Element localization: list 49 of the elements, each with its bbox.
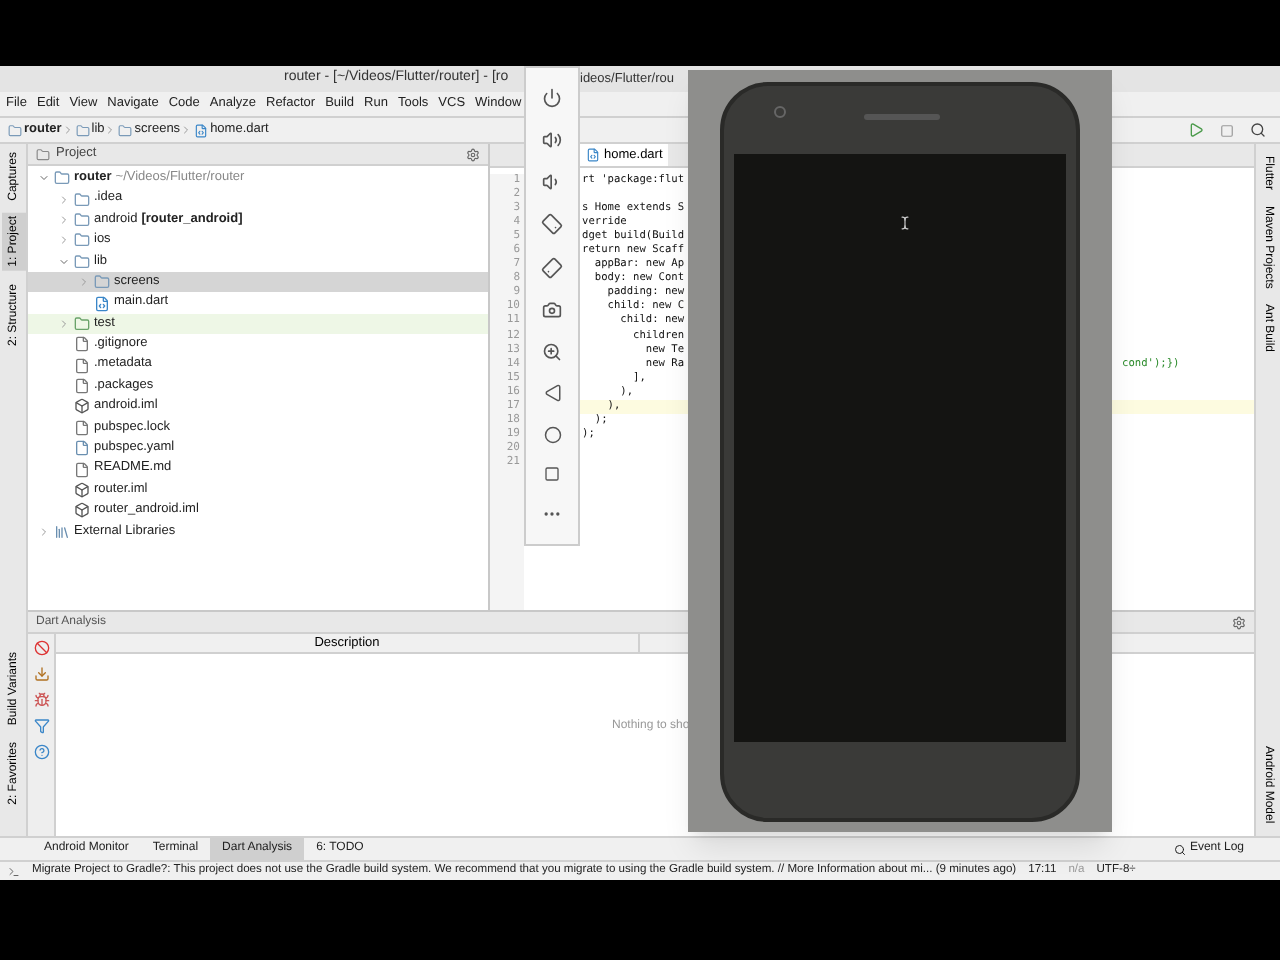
volume-down-icon[interactable] xyxy=(542,172,562,193)
folder-icon xyxy=(74,253,90,270)
volume-up-icon[interactable] xyxy=(542,129,562,150)
separator-icon xyxy=(61,124,74,136)
home-icon[interactable] xyxy=(543,425,561,444)
rotate-left-icon[interactable] xyxy=(537,210,567,239)
library-icon xyxy=(54,523,70,540)
folder-icon xyxy=(8,123,22,137)
folder-icon xyxy=(74,211,90,228)
file-icon xyxy=(74,419,90,436)
yaml-file-icon xyxy=(74,440,90,457)
dart-file-icon xyxy=(194,123,209,137)
camera-icon[interactable] xyxy=(542,299,562,320)
folder-icon xyxy=(74,315,90,332)
folder-icon xyxy=(74,232,90,249)
search-icon xyxy=(1173,843,1186,855)
separator-icon xyxy=(180,124,193,136)
clear-icon[interactable] xyxy=(33,640,49,656)
search-icon[interactable] xyxy=(1250,122,1266,138)
back-icon[interactable] xyxy=(543,384,561,403)
download-icon[interactable] xyxy=(33,666,49,682)
filter-icon[interactable] xyxy=(33,718,49,734)
file-icon xyxy=(74,357,90,374)
folder-icon xyxy=(54,170,70,187)
project-icon xyxy=(36,147,50,161)
folder-icon xyxy=(94,274,110,291)
text-cursor-icon xyxy=(898,214,912,232)
module-file-icon xyxy=(74,502,90,519)
overview-icon[interactable] xyxy=(544,466,560,483)
separator-icon xyxy=(104,124,117,136)
power-icon[interactable] xyxy=(542,87,562,108)
folder-icon xyxy=(118,123,133,137)
file-icon xyxy=(74,461,90,478)
run-icon[interactable] xyxy=(1188,122,1204,138)
dart-file-icon xyxy=(94,295,110,312)
stop-icon[interactable] xyxy=(1220,123,1234,137)
rotate-right-icon[interactable] xyxy=(537,253,567,282)
module-file-icon xyxy=(74,398,90,415)
zoom-icon[interactable] xyxy=(542,342,562,363)
help-icon[interactable] xyxy=(33,744,49,760)
settings-icon[interactable] xyxy=(1232,615,1246,629)
file-icon xyxy=(74,378,90,395)
dart-file-icon xyxy=(586,148,600,162)
bug-icon[interactable] xyxy=(33,692,49,708)
file-icon xyxy=(74,336,90,353)
folder-icon xyxy=(75,123,90,137)
module-file-icon xyxy=(74,482,90,499)
settings-icon[interactable] xyxy=(466,147,480,161)
folder-icon xyxy=(74,191,90,208)
